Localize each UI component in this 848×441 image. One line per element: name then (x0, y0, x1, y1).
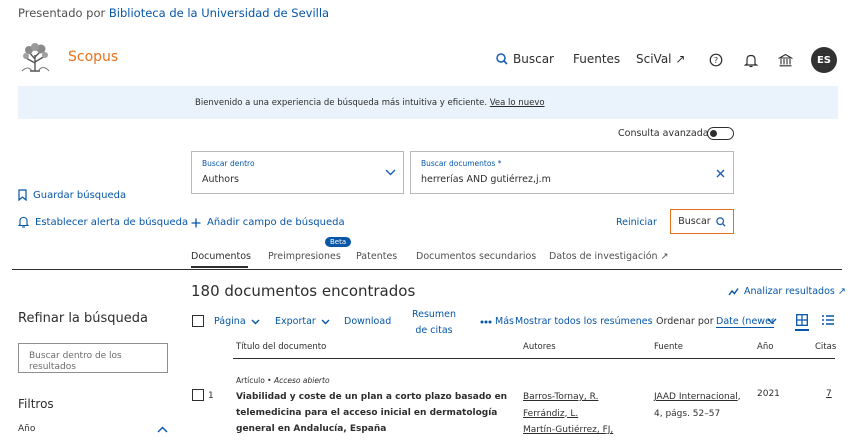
user-avatar[interactable]: ES (811, 47, 837, 73)
institution-icon[interactable] (775, 50, 795, 70)
nav-scival[interactable]: SciVal ↗ (636, 52, 685, 66)
author-link[interactable]: Ferrándiz, L. (523, 406, 613, 423)
tab-patents[interactable]: Patentes (356, 251, 397, 262)
search-within-label: Buscar dentro (202, 159, 255, 168)
search-documents-label: Buscar documentos * (421, 159, 502, 168)
advanced-query-label: Consulta avanzada (618, 128, 709, 139)
nav-sources[interactable]: Fuentes (573, 52, 620, 66)
more-button[interactable]: Más (480, 316, 514, 327)
search-button[interactable]: Buscar (670, 209, 734, 234)
bell-icon[interactable] (741, 50, 761, 70)
row-checkbox[interactable] (192, 389, 204, 401)
help-icon[interactable]: ? (706, 50, 726, 70)
source-pages: 4, págs. 52–57 (654, 408, 721, 419)
chevron-down-icon (385, 169, 396, 176)
institution-link[interactable]: Biblioteca de la Universidad de Sevilla (109, 6, 329, 20)
banner-link[interactable]: Vea lo nuevo (490, 98, 545, 108)
results-count: 180 documentos encontrados (191, 282, 416, 300)
search-icon (715, 216, 726, 227)
table-header-divider (233, 358, 835, 359)
document-type: Artículo • Acceso abierto (236, 376, 330, 385)
sort-label: Ordenar por (656, 316, 714, 327)
chevron-down-icon[interactable] (767, 318, 777, 324)
tab-preprints[interactable]: Preimpresiones (268, 251, 341, 262)
more-dots-icon (480, 320, 492, 324)
select-all-checkbox[interactable] (192, 315, 204, 327)
advanced-query-toggle[interactable] (707, 127, 734, 140)
col-header-year[interactable]: Año (757, 342, 773, 352)
list-view-icon[interactable] (822, 315, 834, 325)
document-title-link[interactable]: Viabilidad y coste de un plan a corto pl… (236, 389, 516, 437)
col-header-authors[interactable]: Autores (523, 342, 556, 352)
search-within-select[interactable]: Buscar dentro Authors (191, 151, 404, 194)
row-index: 1 (208, 391, 214, 401)
author-link[interactable]: Barros-Tornay, R. (523, 389, 613, 406)
table-view-icon[interactable] (795, 314, 809, 331)
filter-results-input[interactable]: Buscar dentro de los resultados (18, 343, 168, 373)
tab-research-data[interactable]: Datos de investigación ↗ (549, 251, 669, 262)
presented-by: Presentado por Biblioteca de la Universi… (18, 6, 330, 20)
tab-documents[interactable]: Documentos (191, 251, 251, 262)
search-within-value: Authors (202, 174, 239, 185)
chevron-up-icon[interactable] (157, 426, 168, 433)
plus-icon (191, 218, 201, 228)
col-header-title[interactable]: Título del documento (236, 342, 326, 352)
refine-title: Refinar la búsqueda (18, 311, 148, 326)
trend-icon (728, 287, 739, 296)
filters-title: Filtros (18, 397, 54, 411)
page-dropdown[interactable]: Página (214, 316, 260, 327)
show-all-abstracts-button[interactable]: Mostrar todos los resúmenes (515, 316, 653, 327)
elsevier-logo[interactable] (18, 41, 52, 75)
banner-text: Bienvenido a una experiencia de búsqueda… (195, 98, 545, 108)
citation-overview-button[interactable]: Resumen de citas (405, 307, 463, 339)
nav-search[interactable]: Buscar (496, 52, 554, 66)
search-documents-field[interactable]: Buscar documentos * herrerías AND gutiér… (410, 151, 734, 194)
cites-link[interactable]: 7 (826, 389, 832, 399)
source-cell: JAAD Internacional, 4, págs. 52–57 (654, 389, 741, 422)
divider (12, 269, 842, 270)
set-alert-link[interactable]: Establecer alerta de búsqueda (18, 216, 188, 228)
svg-text:?: ? (714, 56, 718, 65)
chevron-down-icon (321, 319, 330, 325)
year-facet-label[interactable]: Año (18, 424, 35, 434)
bookmark-icon (18, 189, 27, 201)
chevron-down-icon (251, 319, 260, 325)
search-icon (496, 53, 508, 65)
year-cell: 2021 (757, 389, 780, 399)
author-link[interactable]: Martín-Gutiérrez, FJ, (523, 422, 613, 439)
export-dropdown[interactable]: Exportar (275, 316, 330, 327)
source-link[interactable]: JAAD Internacional (654, 392, 738, 402)
tab-secondary-documents[interactable]: Documentos secundarios (416, 251, 536, 262)
analyze-results-link[interactable]: Analizar resultados ↗ (728, 286, 846, 297)
sort-select[interactable]: Date (newest) (716, 316, 774, 328)
clear-icon[interactable] (716, 169, 725, 178)
add-search-field-button[interactable]: Añadir campo de búsqueda (191, 217, 345, 228)
beta-badge: Beta (325, 237, 352, 247)
reset-button[interactable]: Reiniciar (616, 217, 657, 228)
bell-icon (18, 216, 29, 228)
scopus-brand[interactable]: Scopus (68, 49, 118, 65)
active-tab-indicator (191, 266, 248, 268)
authors-list: Barros-Tornay, R. Ferrándiz, L. Martín-G… (523, 389, 613, 439)
save-search-link[interactable]: Guardar búsqueda (18, 189, 126, 201)
search-documents-input[interactable]: herrerías AND gutiérrez,j.m (421, 174, 551, 185)
download-button[interactable]: Download (344, 316, 391, 327)
col-header-cites[interactable]: Citas (815, 342, 836, 352)
col-header-source[interactable]: Fuente (654, 342, 683, 352)
